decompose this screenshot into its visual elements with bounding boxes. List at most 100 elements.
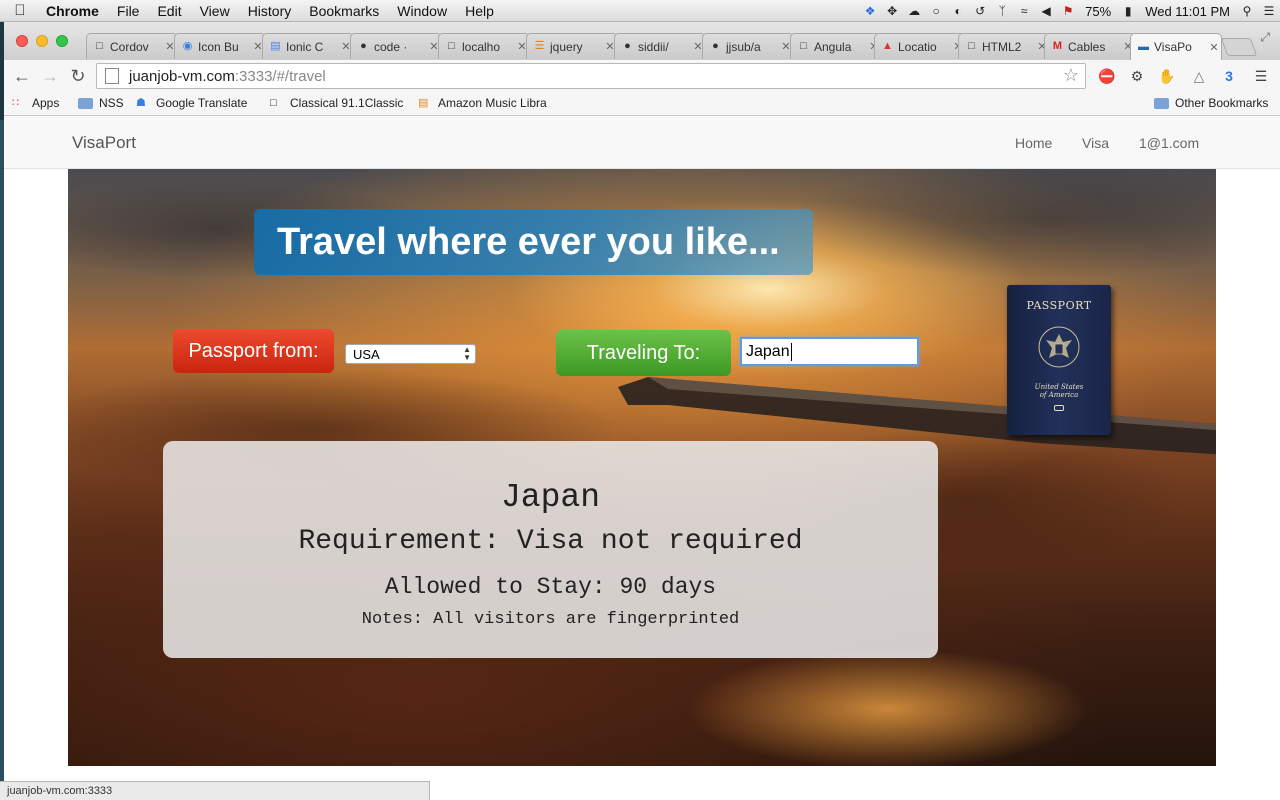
site-brand[interactable]: VisaPort bbox=[72, 133, 136, 153]
flag-icon[interactable]: ⚑ bbox=[1057, 4, 1079, 18]
gear-icon[interactable]: ⚙ bbox=[1128, 67, 1146, 85]
passport-select-value: USA bbox=[353, 346, 380, 362]
menu-history[interactable]: History bbox=[239, 3, 301, 19]
macos-menu-bar:  Chrome File Edit View History Bookmark… bbox=[0, 0, 1280, 22]
docs-icon: ▤ bbox=[270, 40, 281, 52]
forward-arrow-icon[interactable]: → bbox=[36, 66, 64, 87]
notification-center-icon[interactable]: ☰ bbox=[1258, 4, 1280, 18]
page-icon: □ bbox=[270, 97, 277, 109]
tab-github-jjsub[interactable]: ● jjsub/a ✕ bbox=[702, 33, 794, 59]
music-icon: ▤ bbox=[418, 97, 429, 109]
menu-status-area: ❖ ✥ ☁ ○ ◐ ↺ ᛉ ≈ ◀ ⚑ 75% ▮ Wed 11:01 PM ⚲… bbox=[859, 0, 1280, 22]
adblock-icon[interactable]: ⛔ bbox=[1098, 67, 1116, 85]
bookmark-apps[interactable]: ∷ Apps bbox=[12, 96, 59, 110]
tab-visaport[interactable]: ▬ VisaPo ✕ bbox=[1130, 33, 1222, 60]
tab-location[interactable]: ▲Locatio✕ bbox=[874, 33, 966, 59]
web-page: VisaPort Home Visa 1@1.com Travel where … bbox=[4, 117, 1280, 800]
battery-percent: 75% bbox=[1085, 3, 1112, 19]
css3-icon[interactable]: 3 bbox=[1220, 67, 1238, 85]
cloud-icon[interactable]: ☁ bbox=[903, 4, 925, 18]
address-path: :3333/#/travel bbox=[234, 67, 326, 85]
battery-icon[interactable]: ▮ bbox=[1117, 4, 1139, 18]
flame-icon: ▲ bbox=[882, 40, 893, 52]
github-icon: ● bbox=[360, 40, 367, 52]
tab-icon-builder[interactable]: ◉ Icon Bu ✕ bbox=[174, 33, 266, 59]
us-passport-image: PASSPORT United States of America bbox=[1007, 285, 1111, 435]
back-arrow-icon[interactable]: ← bbox=[8, 66, 36, 87]
tab-github-code[interactable]: ● code · ✕ bbox=[350, 33, 442, 59]
close-window-button[interactable] bbox=[16, 35, 28, 47]
dropbox-icon[interactable]: ❖ bbox=[859, 4, 881, 18]
browser-window: □ Cordov ✕ ◉ Icon Bu ✕ ▤ Ionic C ✕ ● code · ✕ □ l… bbox=[4, 22, 1280, 800]
tab-github-siddii[interactable]: ● siddii/✕ bbox=[614, 33, 706, 59]
tab-angular[interactable]: □Angula✕ bbox=[790, 33, 882, 59]
reload-icon[interactable]: ↻ bbox=[64, 66, 92, 87]
close-icon[interactable]: ✕ bbox=[1207, 41, 1221, 54]
tab-ionic-docs[interactable]: ▤ Ionic C ✕ bbox=[262, 33, 354, 59]
bookmark-amazon-music[interactable]: ▤ Amazon Music Libra bbox=[418, 96, 547, 110]
sync-icon[interactable]: ◐ bbox=[947, 4, 969, 18]
tab-strip: □ Cordov ✕ ◉ Icon Bu ✕ ▤ Ionic C ✕ ● code · ✕ □ l… bbox=[4, 22, 1280, 60]
menu-edit[interactable]: Edit bbox=[148, 3, 190, 19]
browser-status-bar: juanjob-vm.com:3333 bbox=[0, 781, 430, 800]
bookmark-google-translate[interactable]: ☗ Google Translate bbox=[136, 96, 247, 110]
bookmark-classical[interactable]: □ Classical 91.1Classic bbox=[270, 96, 403, 110]
menu-bookmarks[interactable]: Bookmarks bbox=[300, 3, 388, 19]
move-icon[interactable]: ✥ bbox=[881, 4, 903, 18]
nav-user-email[interactable]: 1@1.com bbox=[1139, 135, 1199, 151]
biometric-chip-icon bbox=[1054, 405, 1064, 411]
bluetooth-icon[interactable]: ᛉ bbox=[991, 4, 1013, 18]
menu-app-name[interactable]: Chrome bbox=[40, 3, 108, 19]
page-icon: □ bbox=[968, 40, 975, 52]
result-allowed-stay: Allowed to Stay: 90 days bbox=[384, 574, 717, 600]
new-tab-button[interactable] bbox=[1220, 38, 1258, 56]
destination-input[interactable]: Japan bbox=[740, 337, 919, 366]
time-machine-icon[interactable]: ↺ bbox=[969, 4, 991, 18]
result-notes: Notes: All visitors are fingerprinted bbox=[361, 610, 740, 629]
visa-result-card: Japan Requirement: Visa not required All… bbox=[163, 441, 938, 658]
circle-icon[interactable]: ○ bbox=[925, 4, 947, 18]
tab-html2[interactable]: □ HTML2 ✕ bbox=[958, 33, 1050, 59]
menu-view[interactable]: View bbox=[191, 3, 239, 19]
nav-home[interactable]: Home bbox=[1015, 135, 1052, 151]
tab-gmail-cables[interactable]: M Cables ✕ bbox=[1044, 33, 1136, 59]
wifi-icon[interactable]: ≈ bbox=[1013, 4, 1035, 18]
apple-menu-icon[interactable]:  bbox=[0, 2, 40, 19]
menu-help[interactable]: Help bbox=[456, 3, 503, 19]
extension-icon[interactable]: ✋ bbox=[1158, 67, 1176, 85]
bookmark-other[interactable]: Other Bookmarks bbox=[1154, 96, 1268, 110]
chrome-menu-icon[interactable]: ☰ bbox=[1252, 67, 1270, 85]
result-requirement: Requirement: Visa not required bbox=[298, 526, 803, 557]
github-icon: ● bbox=[712, 40, 719, 52]
stackoverflow-icon: ☰ bbox=[534, 40, 545, 52]
ionic-icon: ◉ bbox=[182, 40, 193, 52]
tab-jquery[interactable]: ☰ jquery ✕ bbox=[526, 33, 618, 59]
visaport-icon: ▬ bbox=[1138, 40, 1149, 53]
passport-country-select[interactable]: USA ▲ ▼ bbox=[345, 344, 476, 364]
zoom-window-button[interactable] bbox=[56, 35, 68, 47]
nav-visa[interactable]: Visa bbox=[1082, 135, 1109, 151]
hero-background-image: Travel where ever you like... Passport f… bbox=[68, 169, 1216, 766]
gmail-icon: M bbox=[1052, 40, 1063, 52]
destination-input-value: Japan bbox=[746, 342, 790, 360]
menu-clock[interactable]: Wed 11:01 PM bbox=[1139, 4, 1236, 19]
bookmarks-bar: ∷ Apps NSS ☗ Google Translate □ Classical 9… bbox=[4, 92, 1280, 116]
volume-icon[interactable]: ◀ bbox=[1035, 4, 1057, 18]
fullscreen-icon[interactable]: ⤢ bbox=[1260, 30, 1270, 45]
address-bar[interactable]: juanjob-vm.com:3333/#/travel ☆ bbox=[96, 63, 1086, 89]
menu-window[interactable]: Window bbox=[388, 3, 456, 19]
browser-toolbar: ← → ↻ juanjob-vm.com:3333/#/travel ☆ ⛔ ⚙… bbox=[4, 60, 1280, 92]
angular-icon[interactable]: △ bbox=[1190, 67, 1208, 85]
menu-file[interactable]: File bbox=[108, 3, 149, 19]
spotlight-icon[interactable]: ⚲ bbox=[1236, 4, 1258, 18]
page-icon: □ bbox=[800, 40, 807, 52]
page-icon: □ bbox=[448, 40, 455, 52]
tab-localhost[interactable]: □ localho ✕ bbox=[438, 33, 530, 59]
bookmark-nss[interactable]: NSS bbox=[78, 96, 124, 110]
tab-cordova[interactable]: □ Cordov ✕ bbox=[86, 33, 178, 59]
traveling-to-label: Traveling To: bbox=[556, 330, 731, 376]
eagle-seal-icon bbox=[1038, 326, 1080, 368]
minimize-window-button[interactable] bbox=[36, 35, 48, 47]
result-country: Japan bbox=[500, 479, 601, 516]
bookmark-star-icon[interactable]: ☆ bbox=[1063, 65, 1079, 86]
